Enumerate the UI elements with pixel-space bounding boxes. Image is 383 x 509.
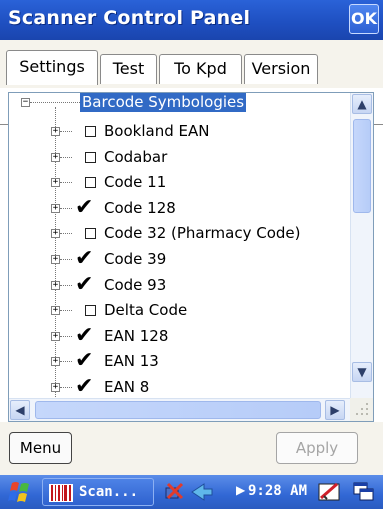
tab-test[interactable]: Test [100,54,157,84]
ok-button[interactable]: OK [349,4,379,34]
tree-item-label: Bookland EAN [104,122,210,140]
tree-item[interactable]: + ✔ Code 128 [9,196,351,220]
window-title: Scanner Control Panel [8,7,251,29]
tree-item-label: Code 39 [104,250,167,268]
checkbox-unchecked-icon[interactable] [85,177,96,189]
checkmark-icon[interactable]: ✔ [75,376,93,398]
checkmark-icon[interactable]: ✔ [75,324,93,346]
vertical-scrollbar[interactable]: ▲ ▼ [350,93,373,399]
checkbox-unchecked-icon[interactable] [85,126,96,137]
tree-connector [60,207,72,210]
tree-item-label: Code 128 [104,198,176,217]
tree-item-label: EAN 13 [104,352,159,371]
menu-button[interactable]: Menu [9,432,72,464]
tree-item[interactable]: + ✔ Code 39 [9,247,351,271]
tree-connector [60,182,72,184]
tree-item[interactable]: + ✔ EAN 13 [9,349,351,373]
expand-icon[interactable]: + [51,306,60,316]
title-bar: Scanner Control Panel OK [0,0,383,40]
tree-item-label: Code 93 [104,275,167,294]
windows-start-icon[interactable] [6,480,34,504]
tree-connector [60,387,72,389]
connectivity-icon[interactable] [164,480,188,504]
tree-connector [60,233,72,235]
resize-grip-icon [350,398,373,421]
button-bar: Menu Apply [0,422,383,475]
scroll-left-icon[interactable]: ◀ [10,400,30,420]
tree-connector [60,284,72,287]
scroll-up-icon[interactable]: ▲ [352,94,372,114]
tab-bar: Settings Test To Kpd Version [0,40,383,125]
tree-item[interactable]: + ✔ Code 93 [9,273,351,297]
checkmark-icon[interactable]: ✔ [75,196,93,218]
tree-item[interactable]: + Bookland EAN [9,119,351,143]
checkbox-unchecked-icon[interactable] [85,228,96,240]
expand-icon[interactable]: + [51,178,60,188]
tree-item[interactable]: + Delta Code [9,298,351,322]
horizontal-scrollbar[interactable]: ◀ ▶ [9,398,351,421]
symbology-tree[interactable]: − Barcode Symbologies + Bookland EAN + Coda… [8,92,374,422]
tree-item-label: Code 32 (Pharmacy Code) [104,224,301,243]
input-panel-icon[interactable] [318,480,342,504]
tree-connector [60,335,72,338]
expand-icon[interactable]: + [51,357,60,367]
tree-root-label[interactable]: Barcode Symbologies [80,93,247,112]
tree-item[interactable]: + Codabar [9,145,351,169]
tree-connector [60,259,72,261]
tree-connector [30,102,80,104]
tree-item-label: Codabar [104,147,168,166]
checkbox-unchecked-icon[interactable] [85,151,96,163]
tab-to-kpd[interactable]: To Kpd [159,54,242,84]
window-switcher-icon[interactable] [352,480,376,504]
expand-icon[interactable]: + [51,383,60,392]
tree-item[interactable]: + ✔ EAN 128 [9,324,351,348]
sync-arrow-icon[interactable] [190,480,214,504]
expand-icon[interactable]: + [51,280,60,290]
apply-button[interactable]: Apply [276,432,358,464]
collapse-icon[interactable]: − [21,98,30,107]
tree-item[interactable]: + ✔ EAN 8 [9,375,351,399]
scroll-right-icon[interactable]: ▶ [325,400,345,420]
tab-settings[interactable]: Settings [6,50,98,85]
tree-item-label: Code 11 [104,173,167,192]
vertical-scroll-thumb[interactable] [353,119,371,213]
checkmark-icon[interactable]: ✔ [75,273,93,295]
tree-item[interactable]: + Code 11 [9,170,351,194]
horizontal-scroll-thumb[interactable] [35,401,321,419]
tree-connector [60,310,72,312]
checkmark-icon[interactable]: ✔ [75,248,93,270]
taskbar-task-label: Scan... [79,484,139,500]
tree-item-label: EAN 128 [104,326,169,345]
tab-version[interactable]: Version [244,54,318,84]
expand-icon[interactable]: + [51,229,60,239]
clock[interactable]: 9:28 AM [248,483,307,499]
taskbar-task-scan[interactable]: Scan... [42,478,154,506]
expand-icon[interactable]: + [51,255,60,264]
taskbar: Scan... ▶ 9:28 AM [0,475,383,509]
tree-connector [60,156,72,159]
expand-icon[interactable]: + [51,203,60,213]
expand-tray-icon[interactable]: ▶ [236,483,245,497]
expand-icon[interactable]: + [51,331,60,341]
checkmark-icon[interactable]: ✔ [75,350,93,372]
tree-item-label: Delta Code [104,301,188,320]
scroll-down-icon[interactable]: ▼ [352,362,372,382]
checkbox-unchecked-icon[interactable] [85,305,96,317]
tree-item-label: EAN 8 [104,378,150,396]
tree-connector [60,131,72,133]
expand-icon[interactable]: + [51,127,60,136]
tree-item[interactable]: + Code 32 (Pharmacy Code) [9,221,351,245]
barcode-icon [49,484,73,502]
tree-connector [60,361,72,363]
expand-icon[interactable]: + [51,152,60,162]
